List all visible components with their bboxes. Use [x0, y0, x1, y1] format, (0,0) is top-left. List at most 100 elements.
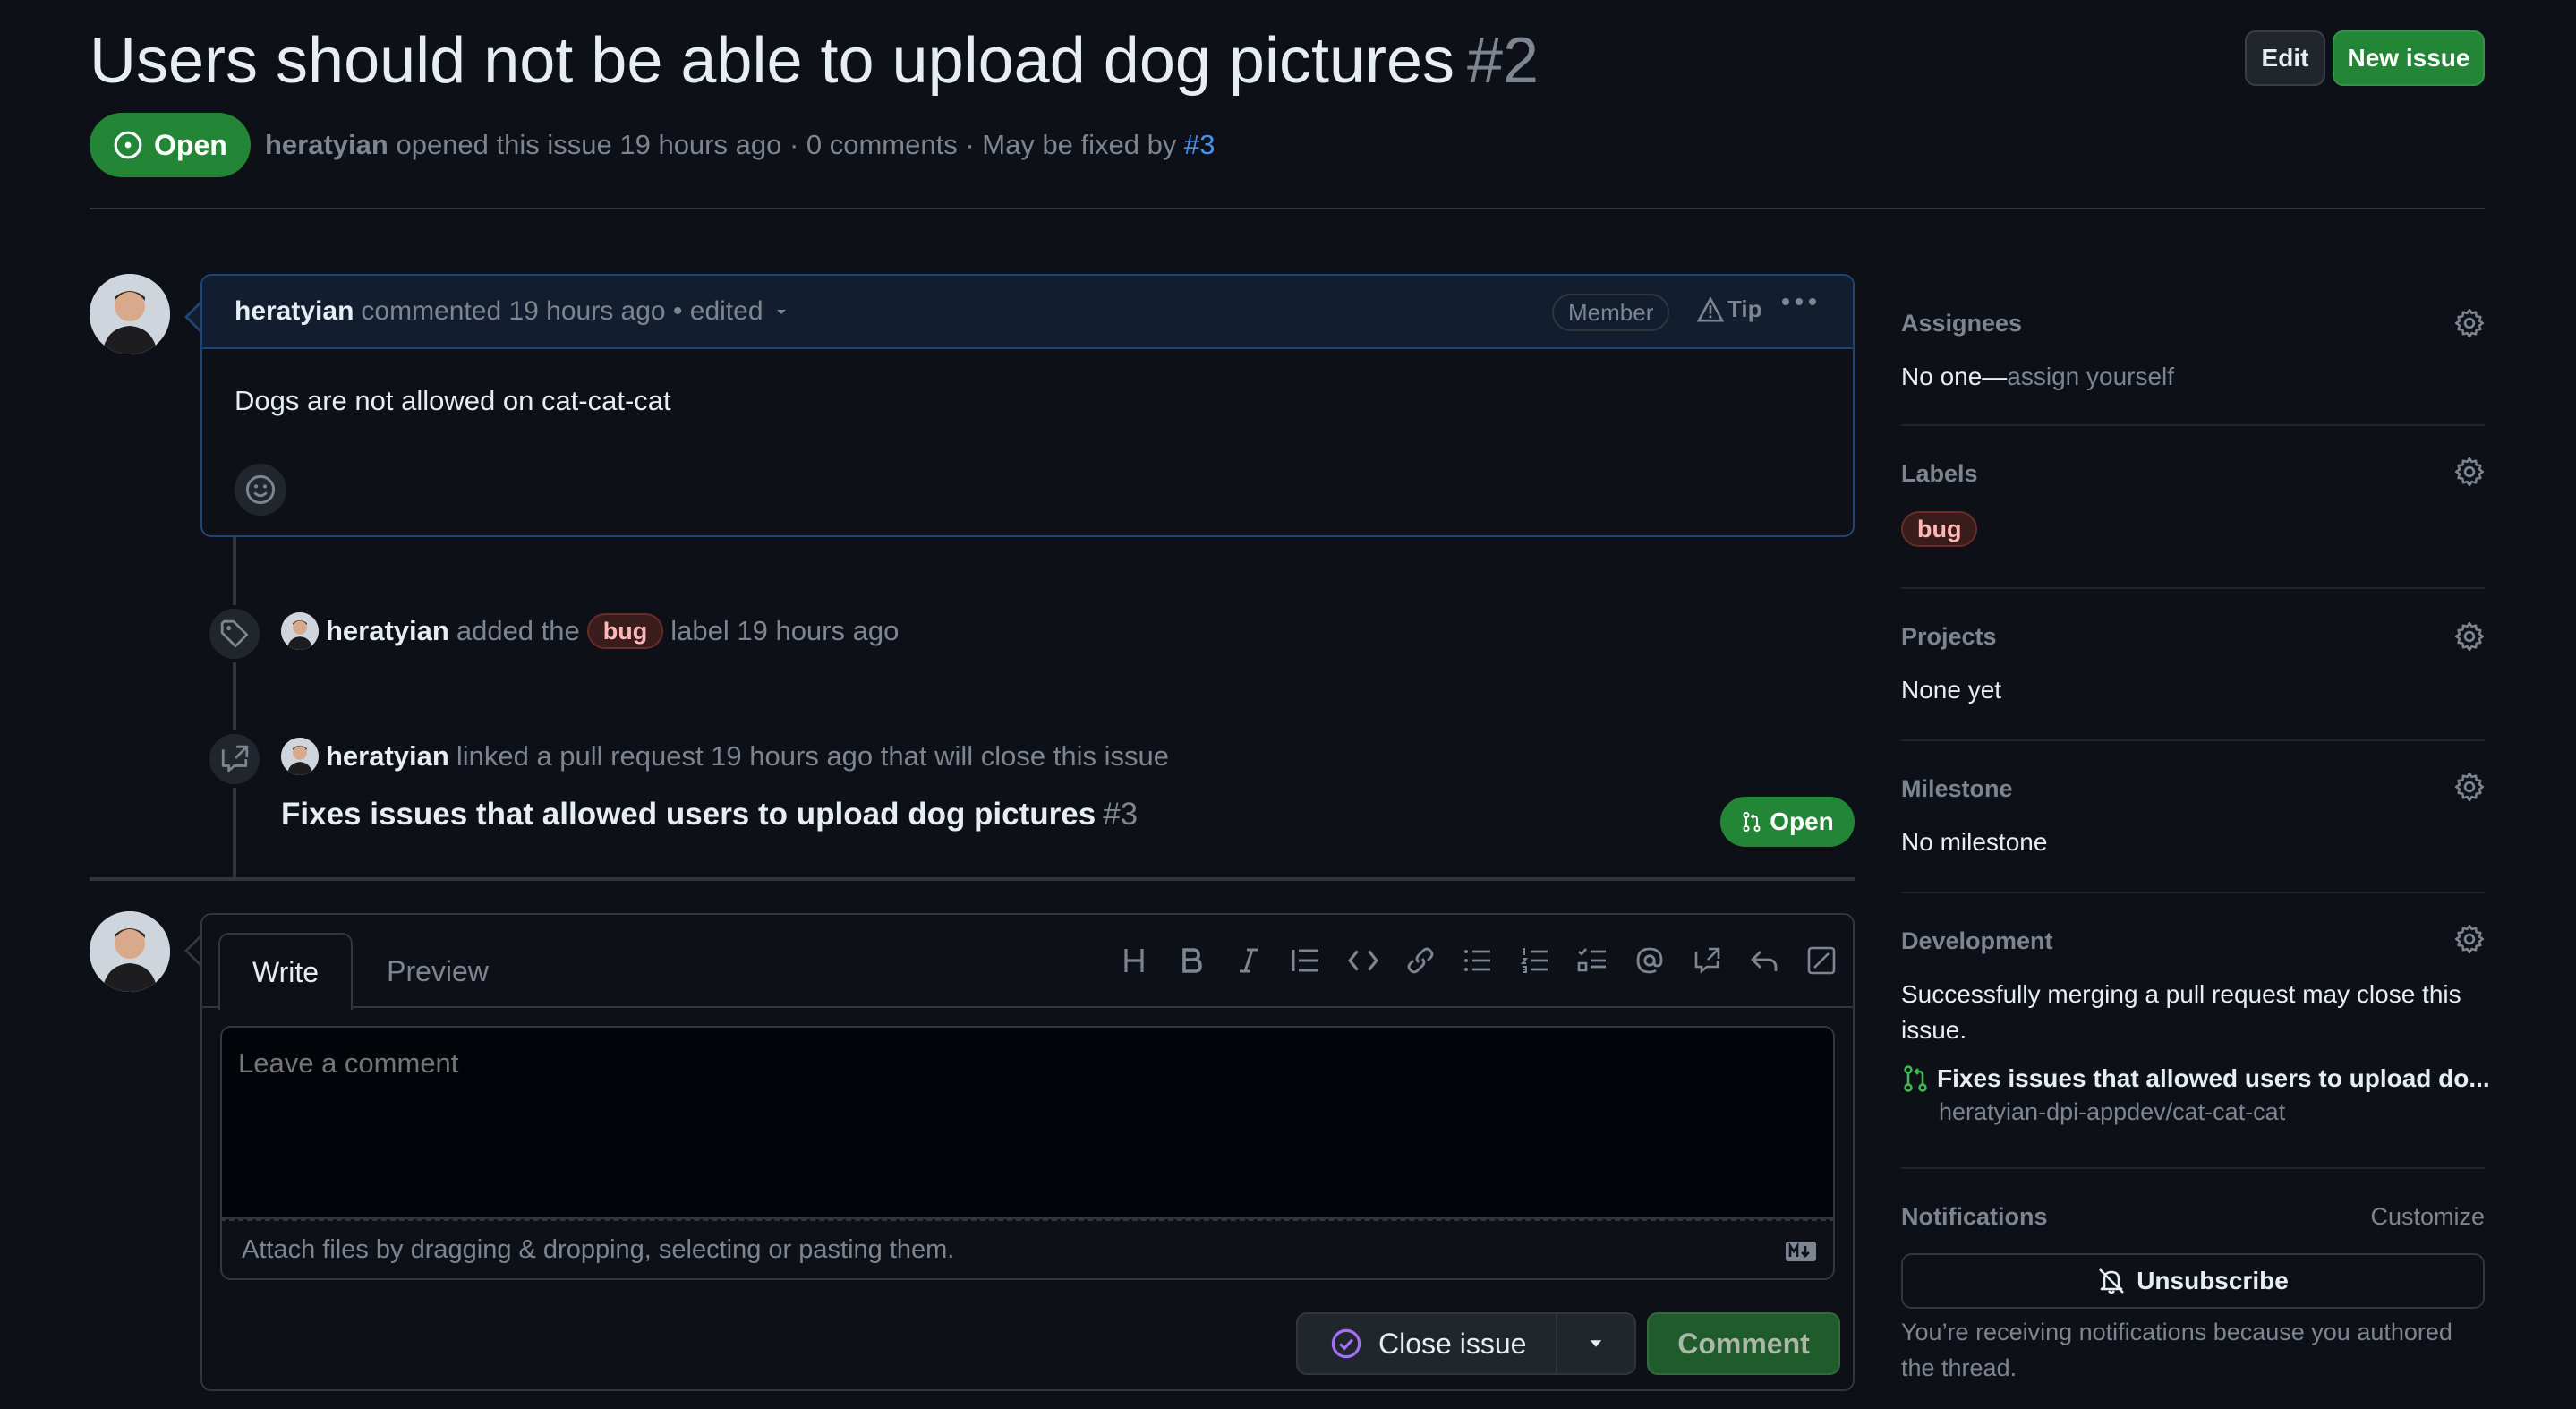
development-heading[interactable]: Development [1901, 927, 2485, 955]
gear-icon[interactable] [2454, 621, 2485, 652]
tip-button[interactable]: Tip [1697, 295, 1762, 323]
fullscreen-icon[interactable] [1806, 944, 1837, 978]
sidebar-divider [1901, 1167, 2485, 1169]
sidebar-projects: Projects None yet [1901, 621, 2485, 704]
issue-state-label: Open [154, 128, 227, 161]
sidebar-labels: Labels bug [1901, 457, 2485, 547]
comment-author-avatar[interactable] [90, 274, 170, 354]
tab-preview[interactable]: Preview [371, 933, 505, 1010]
new-issue-button[interactable]: New issue [2333, 30, 2485, 86]
timeline-divider [90, 877, 1855, 881]
milestone-heading[interactable]: Milestone [1901, 775, 2485, 803]
ordered-list-icon[interactable] [1520, 944, 1550, 978]
assignees-none: No one— [1901, 363, 2008, 390]
markdown-icon[interactable] [1785, 1241, 1817, 1262]
projects-heading[interactable]: Projects [1901, 623, 2485, 651]
edit-button[interactable]: Edit [2245, 30, 2325, 86]
cross-reference-icon [206, 730, 263, 788]
assign-yourself-link[interactable]: assign yourself [2007, 363, 2174, 390]
reference-icon[interactable] [1692, 944, 1722, 978]
notification-reason: You’re receiving notifications because y… [1901, 1319, 2452, 1381]
unsubscribe-label: Unsubscribe [2137, 1267, 2289, 1294]
fixed-by-link[interactable]: #3 [1184, 129, 1215, 160]
bold-icon[interactable] [1176, 944, 1207, 978]
bug-label[interactable]: bug [586, 613, 664, 649]
labels-heading[interactable]: Labels [1901, 460, 2485, 488]
attach-files-area[interactable]: Attach files by dragging & dropping, sel… [220, 1219, 1835, 1280]
projects-value: None yet [1901, 676, 2002, 704]
comment-header: heratyian commented 19 hours ago • edite… [202, 276, 1853, 349]
link-icon[interactable] [1405, 944, 1436, 978]
sidebar-bug-label[interactable]: bug [1901, 511, 1978, 547]
comment-meta[interactable]: commented 19 hours ago • edited [361, 296, 763, 327]
task-list-icon[interactable] [1577, 944, 1608, 978]
tag-icon [206, 605, 263, 662]
gear-icon[interactable] [2454, 772, 2485, 802]
link-event: heratyian linked a pull request 19 hours… [281, 738, 1169, 775]
tab-write[interactable]: Write [218, 933, 353, 1010]
sidebar-divider [1901, 424, 2485, 426]
chevron-down-icon [1587, 1337, 1605, 1350]
timeline-line [233, 537, 236, 877]
italic-icon[interactable] [1233, 944, 1264, 978]
event-actor-avatar[interactable] [281, 612, 319, 650]
smiley-icon[interactable] [235, 464, 286, 516]
comment-author[interactable]: heratyian [235, 296, 354, 327]
issue-comment: heratyian commented 19 hours ago • edite… [200, 274, 1855, 537]
kebab-icon[interactable] [1781, 297, 1817, 306]
quote-icon[interactable] [1291, 944, 1321, 978]
issue-meta: heratyian opened this issue 19 hours ago… [265, 127, 1215, 163]
gear-icon[interactable] [2454, 308, 2485, 338]
bell-slash-icon [2097, 1267, 2126, 1295]
unsubscribe-button[interactable]: Unsubscribe [1901, 1253, 2485, 1309]
sidebar-divider [1901, 892, 2485, 893]
event-text-pre: added the [456, 615, 580, 646]
unordered-list-icon[interactable] [1463, 944, 1493, 978]
linked-pr-number[interactable]: #3 [1103, 797, 1138, 832]
gear-icon[interactable] [2454, 924, 2485, 954]
development-text: Successfully merging a pull request may … [1901, 980, 2461, 1044]
issue-state-badge: Open [90, 113, 251, 177]
code-icon[interactable] [1348, 944, 1378, 978]
pull-request-icon [1741, 811, 1762, 833]
sidebar-divider [1901, 739, 2485, 741]
development-pr[interactable]: Fixes issues that allowed users to uploa… [1901, 1064, 2490, 1093]
pull-request-icon [1901, 1064, 1930, 1093]
event-actor[interactable]: heratyian [326, 740, 449, 773]
event-actor-avatar[interactable] [281, 738, 319, 775]
event-text-post: label 19 hours ago [670, 615, 900, 646]
linked-pr-title-text[interactable]: Fixes issues that allowed users to uploa… [281, 797, 1096, 832]
sidebar-divider [1901, 587, 2485, 589]
member-badge: Member [1552, 294, 1670, 331]
issue-author-link[interactable]: heratyian [265, 129, 388, 160]
attach-files-text: Attach files by dragging & dropping, sel… [242, 1234, 955, 1264]
heading-icon[interactable] [1119, 944, 1149, 978]
sidebar-assignees: Assignees No one—assign yourself [1901, 308, 2485, 391]
gear-icon[interactable] [2454, 457, 2485, 487]
reply-icon[interactable] [1749, 944, 1779, 978]
header-divider [90, 208, 2485, 209]
assignees-value: No one—assign yourself [1901, 363, 2485, 391]
editor-tabbar: Write Preview [202, 915, 1853, 1010]
event-text: linked a pull request 19 hours ago that … [456, 740, 1169, 772]
sidebar-milestone: Milestone No milestone [1901, 772, 2485, 857]
current-user-avatar[interactable] [90, 911, 170, 992]
linked-pr-title[interactable]: Fixes issues that allowed users to uploa… [281, 797, 1138, 833]
event-actor[interactable]: heratyian [326, 615, 449, 647]
comment-button[interactable]: Comment [1647, 1312, 1840, 1375]
assignees-heading[interactable]: Assignees [1901, 310, 2485, 337]
mention-icon[interactable] [1634, 944, 1665, 978]
issue-open-icon [113, 130, 143, 160]
chevron-down-icon[interactable] [774, 304, 789, 319]
development-pr-title[interactable]: Fixes issues that allowed users to uploa… [1937, 1064, 2490, 1093]
issue-number: #2 [1467, 25, 1540, 97]
close-issue-button[interactable]: Close issue [1296, 1312, 1557, 1375]
comment-textarea[interactable] [220, 1026, 1835, 1219]
customize-link[interactable]: Customize [2370, 1203, 2485, 1231]
sidebar-development: Development Successfully merging a pull … [1901, 924, 2490, 1126]
close-issue-dropdown[interactable] [1556, 1312, 1636, 1375]
sidebar-notifications: Notifications Customize [1901, 1203, 2485, 1231]
labels-value: bug [1901, 511, 2485, 547]
linked-pr-state: Open [1770, 807, 1834, 835]
development-repo[interactable]: heratyian-dpi-appdev/cat-cat-cat [1939, 1098, 2485, 1126]
